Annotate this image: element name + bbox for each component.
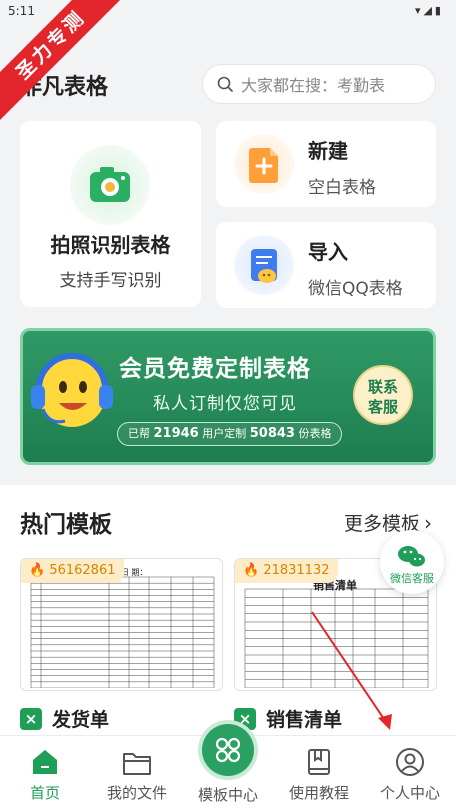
- hot-templates-section: 热门模板 更多模板 › 🔥 56162861 日 期： 🔥 21831132 销售…: [0, 485, 456, 735]
- new-file-icon: [249, 148, 278, 183]
- nav-label: 首页: [29, 784, 60, 802]
- stat-suffix: 份表格: [298, 427, 332, 440]
- heat-count: 21831132: [263, 563, 330, 578]
- heat-count: 56162861: [49, 563, 116, 578]
- nav-label: 模板中心: [197, 786, 258, 804]
- nav-label: 我的文件: [106, 784, 167, 802]
- nav-template-center[interactable]: 模板中心: [188, 724, 268, 811]
- banner-stat-pill: 已帮 21946 用户定制 50843 份表格: [117, 422, 343, 446]
- import-wechat-icon: [251, 249, 277, 283]
- wechat-service-label: 微信客服: [390, 572, 434, 585]
- photo-card-title: 拍照识别表格: [50, 233, 171, 257]
- search-bar[interactable]: 大家都在搜：考勤表: [202, 64, 436, 104]
- heat-badge: 🔥 56162861: [21, 559, 124, 583]
- photo-card-subtitle: 支持手写识别: [59, 271, 162, 291]
- sheet-title: 日 期：: [121, 568, 148, 577]
- smiley-headset-mascot-icon: [31, 353, 113, 427]
- new-icon-wrap: [234, 134, 294, 194]
- member-custom-banner[interactable]: 会员免费定制表格 私人订制仅您可见 已帮 21946 用户定制 50843 份表…: [20, 328, 436, 465]
- import-icon-wrap: [234, 235, 294, 295]
- nav-home[interactable]: 首页: [5, 736, 85, 811]
- nav-label: 个人中心: [379, 784, 440, 802]
- nav-tutorial[interactable]: 使用教程: [279, 736, 359, 811]
- import-card-subtitle: 微信QQ表格: [308, 279, 403, 299]
- template-thumbnail: 日 期：: [29, 565, 215, 689]
- search-icon: [217, 76, 233, 92]
- section-title: 热门模板: [20, 512, 112, 538]
- camera-icon: [90, 167, 130, 202]
- template-center-circle: [202, 724, 254, 776]
- banner-subtitle: 私人订制仅您可见: [153, 394, 297, 414]
- bottom-nav: 首页 我的文件 模板中心 使用教程 个人中心: [0, 724, 456, 811]
- stat-prefix: 已帮: [128, 427, 150, 440]
- book-icon: [308, 749, 330, 775]
- folder-icon: [123, 753, 151, 775]
- status-time: 5:11: [8, 4, 35, 18]
- wechat-service-button[interactable]: 微信客服: [380, 530, 444, 594]
- heat-badge: 🔥 21831132: [235, 559, 338, 583]
- photo-recognize-card[interactable]: 拍照识别表格 支持手写识别: [20, 121, 201, 307]
- new-card-subtitle: 空白表格: [308, 178, 376, 198]
- nav-my-files[interactable]: 我的文件: [97, 736, 177, 811]
- new-blank-card[interactable]: 新建 空白表格: [216, 121, 436, 207]
- contact-line-1: 联系: [367, 378, 398, 396]
- template-card[interactable]: 🔥 56162861 日 期：: [20, 558, 223, 691]
- chevron-right-icon: ›: [424, 511, 432, 535]
- template-name-row[interactable]: × 发货单: [20, 705, 109, 732]
- grid-icon: [215, 737, 241, 763]
- contact-service-badge[interactable]: 联系 客服: [353, 365, 413, 425]
- home-icon: [33, 750, 57, 774]
- nav-profile[interactable]: 个人中心: [370, 736, 450, 811]
- excel-icon: ×: [20, 707, 42, 730]
- import-card[interactable]: 导入 微信QQ表格: [216, 222, 436, 308]
- import-card-title: 导入: [308, 240, 348, 264]
- header: 非凡表格 大家都在搜：考勤表: [0, 60, 456, 108]
- new-card-title: 新建: [308, 139, 348, 163]
- template-name: 发货单: [52, 709, 110, 731]
- user-icon: [396, 748, 424, 776]
- template-name: 销售清单: [266, 709, 343, 731]
- stat-mid: 用户定制: [202, 427, 247, 440]
- banner-title: 会员免费定制表格: [119, 356, 311, 382]
- contact-line-2: 客服: [367, 398, 398, 416]
- stat-users: 21946: [153, 426, 199, 441]
- nav-label: 使用教程: [288, 784, 349, 802]
- camera-icon-wrap: [70, 145, 150, 225]
- status-icons: ▾◢▮: [414, 4, 444, 17]
- search-placeholder: 大家都在搜：考勤表: [241, 76, 386, 95]
- stat-tables: 50843: [249, 426, 295, 441]
